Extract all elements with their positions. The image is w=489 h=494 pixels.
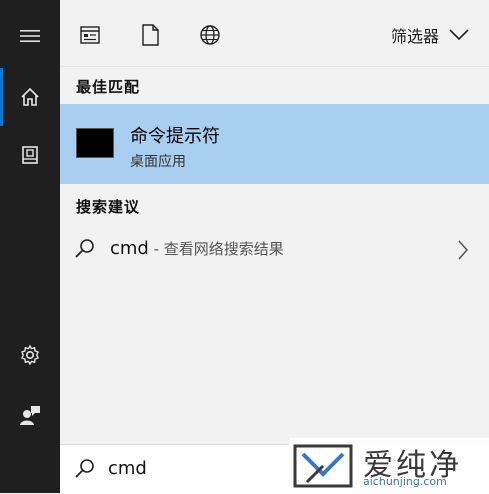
chevron-right-icon[interactable] xyxy=(457,239,469,261)
apps-icon[interactable] xyxy=(77,22,103,48)
search-results-panel: 筛选器 最佳匹配 命令提示符 桌面应用 搜索建议 cmd - 查看网络搜索结果 … xyxy=(60,0,489,494)
left-navigation-rail xyxy=(0,0,60,493)
best-match-title: 命令提示符 xyxy=(130,126,220,147)
web-suggestion-item[interactable]: cmd - 查看网络搜索结果 xyxy=(60,226,489,272)
best-match-subtitle: 桌面应用 xyxy=(130,154,186,170)
best-match-heading: 最佳匹配 xyxy=(76,78,141,96)
search-icon xyxy=(75,239,94,258)
search-input[interactable]: cmd xyxy=(108,458,147,479)
document-filter-icon[interactable] xyxy=(137,22,163,48)
search-icon xyxy=(75,459,94,478)
watermark-url: aichunjing.com xyxy=(363,475,447,488)
suggestions-heading: 搜索建议 xyxy=(76,198,141,216)
suggestion-hint: - 查看网络搜索结果 xyxy=(148,240,284,258)
settings-gear-icon[interactable] xyxy=(0,330,60,380)
suggestion-text: cmd - 查看网络搜索结果 xyxy=(110,238,284,259)
documents-icon[interactable] xyxy=(0,130,60,180)
user-feedback-icon[interactable] xyxy=(0,390,60,440)
filter-dropdown[interactable]: 筛选器 xyxy=(391,22,469,48)
top-toolbar: 筛选器 xyxy=(60,0,489,67)
chevron-down-icon xyxy=(449,29,469,41)
web-globe-icon[interactable] xyxy=(197,22,223,48)
home-icon[interactable] xyxy=(0,72,60,122)
command-prompt-app-icon xyxy=(76,128,114,158)
hamburger-menu-icon[interactable] xyxy=(0,11,60,61)
site-watermark: 爱纯净 aichunjing.com xyxy=(289,438,489,493)
suggestion-query: cmd xyxy=(110,238,149,259)
brand-logo-icon xyxy=(293,444,353,488)
best-match-result[interactable]: 命令提示符 桌面应用 xyxy=(60,104,489,184)
filter-label: 筛选器 xyxy=(390,27,439,46)
